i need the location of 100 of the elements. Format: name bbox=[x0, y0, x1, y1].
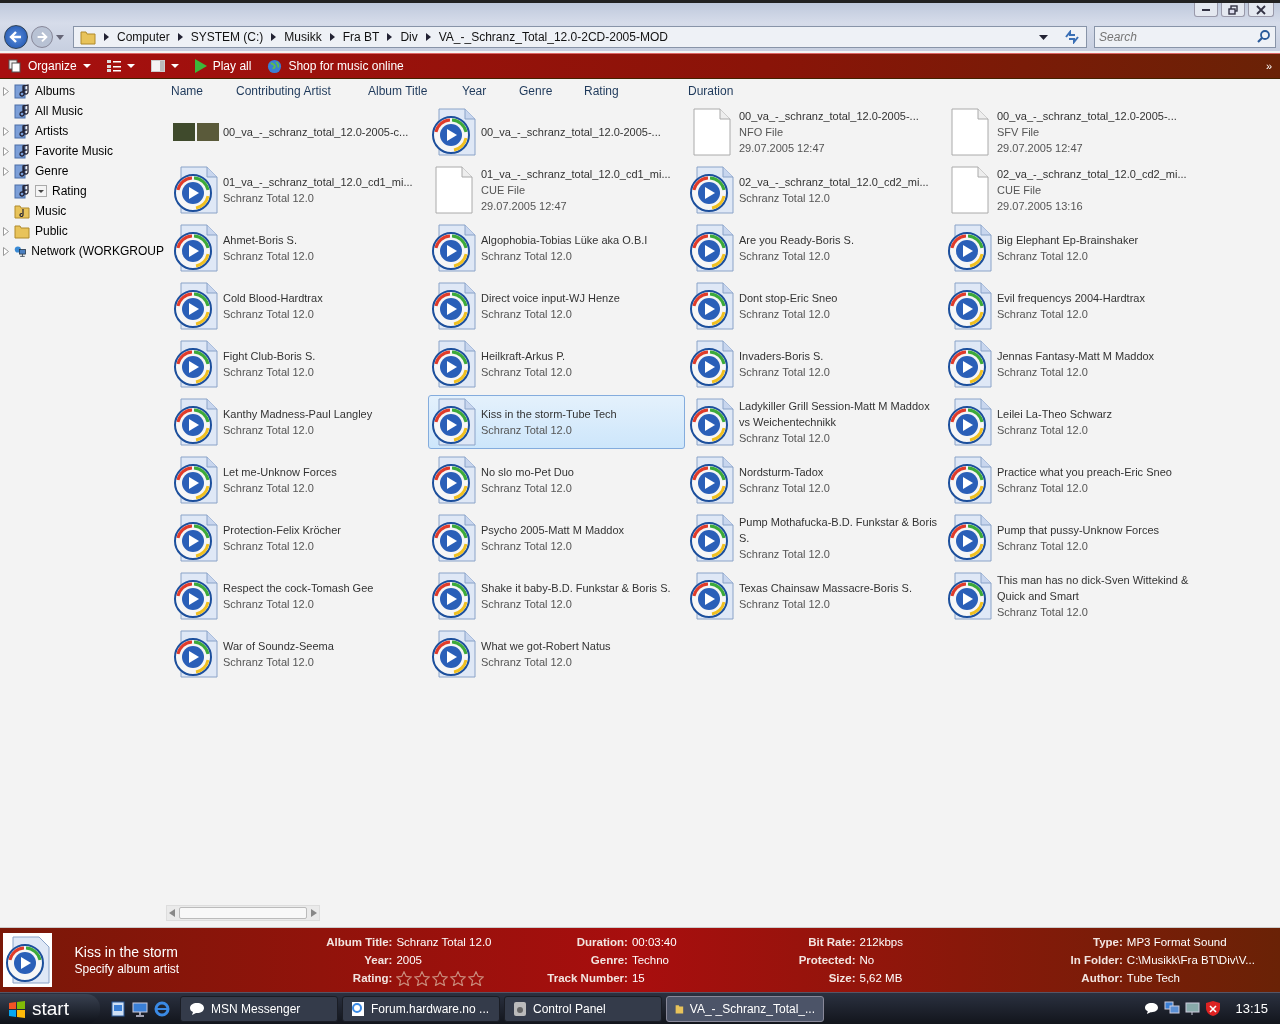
file-item[interactable]: Nordsturm-Tadox Schranz Total 12.0 bbox=[686, 453, 943, 507]
file-item[interactable]: 00_va_-_schranz_total_12.0-2005-... SFV File 29.07.2005 12:47 bbox=[944, 105, 1201, 159]
file-item[interactable]: Shake it baby-B.D. Funkstar & Boris S. Schranz Total 12.0 bbox=[428, 569, 685, 623]
file-item[interactable]: Kiss in the storm-Tube Tech Schranz Total 12.0 bbox=[428, 395, 685, 449]
breadcrumb[interactable]: Computer bbox=[117, 30, 170, 44]
window-switch-icon[interactable] bbox=[110, 1000, 126, 1017]
column-header[interactable]: Genre bbox=[518, 84, 583, 98]
nav-item[interactable]: Network (WORKGROUP bbox=[0, 241, 164, 261]
column-header[interactable]: Rating bbox=[583, 84, 687, 98]
file-item[interactable]: 02_va_-_schranz_total_12.0_cd2_mi... Schranz Total 12.0 bbox=[686, 163, 943, 217]
nav-item[interactable]: Genre bbox=[0, 161, 164, 181]
file-item[interactable]: Big Elephant Ep-Brainshaker Schranz Total 12.0 bbox=[944, 221, 1201, 275]
property-value[interactable]: 00:03:40 bbox=[631, 936, 746, 948]
file-item[interactable]: Pump Mothafucka-B.D. Funkstar & Boris S. Schranz Total 12.0 bbox=[686, 511, 943, 565]
file-item[interactable]: Algophobia-Tobias Lüke aka O.B.I Schranz Total 12.0 bbox=[428, 221, 685, 275]
breadcrumb[interactable]: VA_-_Schranz_Total_12.0-2CD-2005-MOD bbox=[438, 30, 668, 44]
chevron-icon[interactable] bbox=[104, 33, 109, 41]
search-field[interactable]: Search bbox=[1094, 26, 1276, 48]
minimize-button[interactable] bbox=[1194, 3, 1218, 17]
taskbar-button[interactable]: Control Panel bbox=[504, 995, 662, 1022]
nav-item[interactable]: Favorite Music bbox=[0, 141, 164, 161]
file-item[interactable]: 00_va_-_schranz_total_12.0-2005-... bbox=[428, 105, 685, 159]
file-item[interactable]: This man has no dick-Sven Wittekind & Quick and Smart Schranz Total 12.0 bbox=[944, 569, 1201, 623]
file-item[interactable]: Ladykiller Grill Session-Matt M Maddox vs Weichentechnikk Schranz Total 12.0 bbox=[686, 395, 943, 449]
browser-icon[interactable] bbox=[154, 1000, 170, 1017]
file-item[interactable]: Psycho 2005-Matt M Maddox Schranz Total 12.0 bbox=[428, 511, 685, 565]
column-header[interactable]: Year bbox=[461, 84, 518, 98]
file-item[interactable]: 02_va_-_schranz_total_12.0_cd2_mi... CUE File 29.07.2005 13:16 bbox=[944, 163, 1201, 217]
file-item[interactable]: Invaders-Boris S. Schranz Total 12.0 bbox=[686, 337, 943, 391]
property-value[interactable]: 15 bbox=[631, 972, 746, 984]
property-value[interactable]: No bbox=[859, 954, 1003, 966]
monitor-icon[interactable] bbox=[1185, 1001, 1202, 1016]
property-value[interactable]: Schranz Total 12.0 bbox=[396, 936, 518, 948]
property-value[interactable]: Techno bbox=[631, 954, 746, 966]
column-header[interactable]: Contributing Artist bbox=[235, 84, 367, 98]
nav-item[interactable]: Music bbox=[0, 201, 164, 221]
shop-online-button[interactable]: Shop for music online bbox=[263, 56, 408, 76]
expand-icon[interactable] bbox=[3, 126, 9, 136]
refresh-icon[interactable] bbox=[1064, 30, 1080, 44]
file-item[interactable]: 01_va_-_schranz_total_12.0_cd1_mi... CUE File 29.07.2005 12:47 bbox=[428, 163, 685, 217]
file-item[interactable]: 01_va_-_schranz_total_12.0_cd1_mi... Schranz Total 12.0 bbox=[170, 163, 427, 217]
file-item[interactable]: War of Soundz-Seema Schranz Total 12.0 bbox=[170, 627, 427, 681]
file-item[interactable]: Pump that pussy-Unknow Forces Schranz Total 12.0 bbox=[944, 511, 1201, 565]
file-item[interactable]: Let me-Unknow Forces Schranz Total 12.0 bbox=[170, 453, 427, 507]
breadcrumb[interactable]: SYSTEM (C:) bbox=[190, 30, 264, 44]
network-icon[interactable] bbox=[1164, 1001, 1181, 1016]
expand-icon[interactable] bbox=[3, 166, 9, 176]
scroll-right-icon[interactable] bbox=[311, 909, 317, 917]
chevron-icon[interactable] bbox=[177, 33, 183, 41]
column-header[interactable]: Name bbox=[170, 84, 235, 98]
file-item[interactable]: Ahmet-Boris S. Schranz Total 12.0 bbox=[170, 221, 427, 275]
scroll-left-icon[interactable] bbox=[169, 909, 175, 917]
file-item[interactable]: Heilkraft-Arkus P. Schranz Total 12.0 bbox=[428, 337, 685, 391]
more-button[interactable]: » bbox=[1261, 58, 1276, 74]
nav-item[interactable]: Public bbox=[0, 221, 164, 241]
expand-icon[interactable] bbox=[3, 86, 9, 96]
file-item[interactable]: Respect the cock-Tomash Gee Schranz Total 12.0 bbox=[170, 569, 427, 623]
file-item[interactable]: Are you Ready-Boris S. Schranz Total 12.0 bbox=[686, 221, 943, 275]
album-artist-field[interactable]: Specify album artist bbox=[74, 962, 273, 976]
file-item[interactable]: Fight Club-Boris S. Schranz Total 12.0 bbox=[170, 337, 427, 391]
address-bar[interactable]: Computer SYSTEM (C:) Musikk Fra BT Div VA_-_Schranz_Total_12.0-2CD-2005-MOD bbox=[73, 26, 1087, 48]
file-item[interactable]: Dont stop-Eric Sneo Schranz Total 12.0 bbox=[686, 279, 943, 333]
breadcrumb[interactable]: Musikk bbox=[284, 30, 322, 44]
close-button[interactable] bbox=[1248, 3, 1274, 17]
property-value[interactable]: Tube Tech bbox=[1126, 972, 1280, 984]
file-item[interactable]: Protection-Felix Kröcher Schranz Total 12.0 bbox=[170, 511, 427, 565]
taskbar-button[interactable]: MSN Messenger bbox=[180, 995, 338, 1022]
shield-icon[interactable] bbox=[1206, 1001, 1221, 1016]
nav-item[interactable]: All Music bbox=[0, 101, 164, 121]
taskbar-button[interactable]: Forum.hardware.no ... bbox=[342, 995, 500, 1022]
property-value[interactable]: 212kbps bbox=[859, 936, 1003, 948]
file-item[interactable]: What we got-Robert Natus Schranz Total 12.0 bbox=[428, 627, 685, 681]
rating-stars[interactable] bbox=[396, 970, 485, 986]
property-value[interactable]: 5,62 MB bbox=[859, 972, 1003, 984]
dropdown-caret-icon[interactable] bbox=[1039, 34, 1048, 40]
chevron-icon[interactable] bbox=[387, 33, 393, 41]
property-value[interactable]: 2005 bbox=[396, 954, 518, 966]
breadcrumb[interactable]: Div bbox=[400, 30, 418, 44]
taskbar-button[interactable]: VA_-_Schranz_Total_... bbox=[666, 995, 824, 1022]
file-item[interactable]: Practice what you preach-Eric Sneo Schranz Total 12.0 bbox=[944, 453, 1201, 507]
nav-item[interactable]: Rating bbox=[0, 181, 164, 201]
play-all-button[interactable]: Play all bbox=[190, 57, 256, 75]
expand-icon[interactable] bbox=[3, 146, 9, 156]
file-item[interactable]: Cold Blood-Hardtrax Schranz Total 12.0 bbox=[170, 279, 427, 333]
file-item[interactable]: 00_va_-_schranz_total_12.0-2005-c... bbox=[170, 105, 427, 159]
column-header[interactable]: Duration bbox=[687, 84, 734, 98]
back-button[interactable] bbox=[4, 25, 28, 49]
monitor-icon[interactable] bbox=[132, 1000, 148, 1017]
expand-icon[interactable] bbox=[3, 246, 9, 256]
dropdown-icon[interactable] bbox=[35, 185, 47, 197]
file-item[interactable]: Leilei La-Theo Schwarz Schranz Total 12.0 bbox=[944, 395, 1201, 449]
file-item[interactable]: Jennas Fantasy-Matt M Maddox Schranz Total 12.0 bbox=[944, 337, 1201, 391]
file-item[interactable]: Direct voice input-WJ Henze Schranz Total 12.0 bbox=[428, 279, 685, 333]
file-item[interactable]: Evil frequencys 2004-Hardtrax Schranz Total 12.0 bbox=[944, 279, 1201, 333]
property-value[interactable]: C:\Musikk\Fra BT\Div\V... bbox=[1126, 954, 1280, 966]
history-caret-icon[interactable] bbox=[56, 34, 64, 40]
property-value[interactable]: MP3 Format Sound bbox=[1126, 936, 1280, 948]
file-item[interactable]: Texas Chainsaw Massacre-Boris S. Schranz Total 12.0 bbox=[686, 569, 943, 623]
nav-item[interactable]: Artists bbox=[0, 121, 164, 141]
start-button[interactable]: start bbox=[0, 993, 100, 1024]
